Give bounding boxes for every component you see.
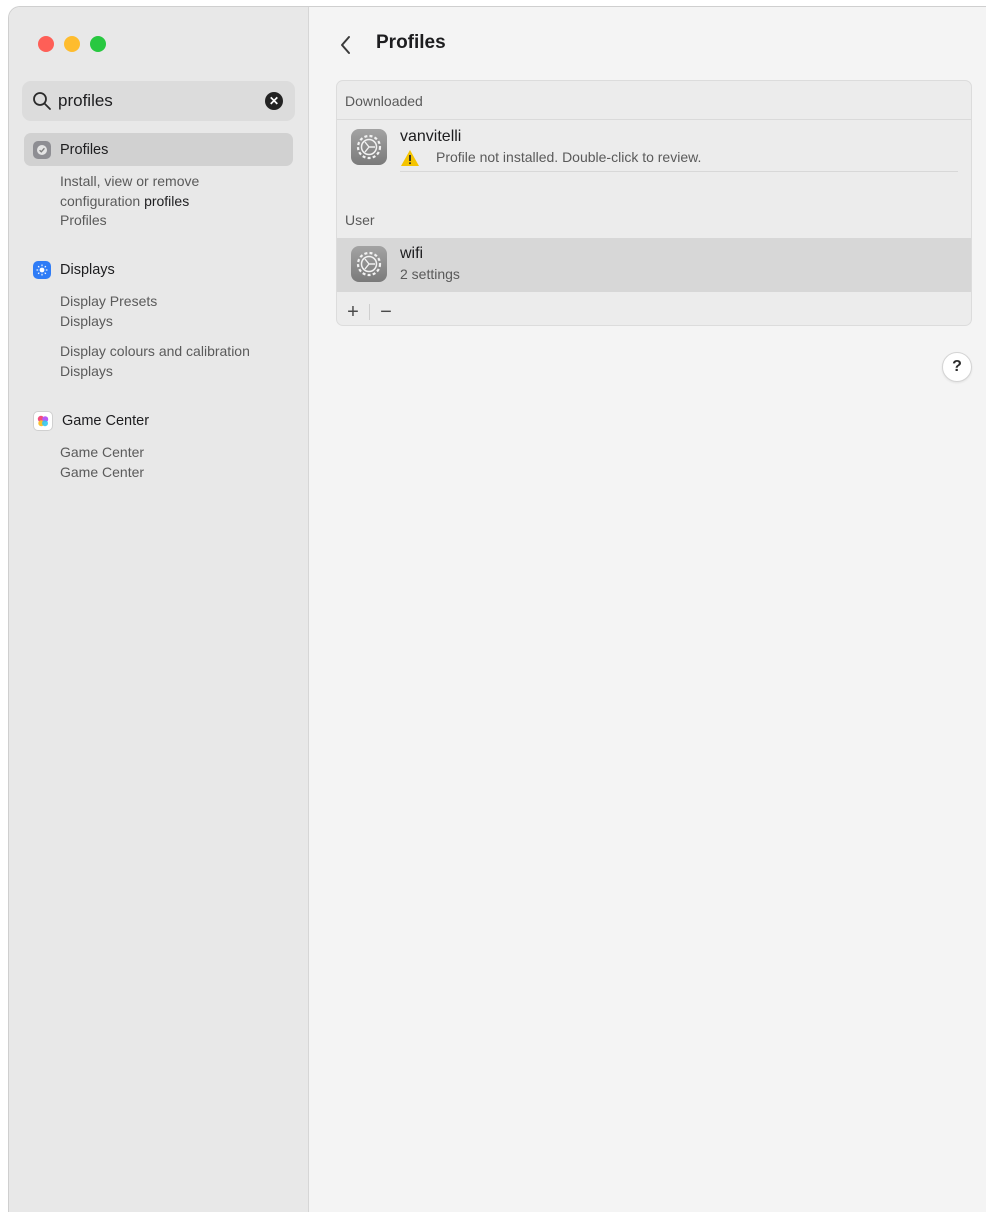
list-controls: + −	[337, 299, 971, 325]
close-button[interactable]	[38, 36, 54, 52]
main-content: Profiles Downloaded vanvitelli Profile n…	[309, 7, 986, 1212]
result-text: Display Presets	[60, 293, 158, 309]
result-category: Game Center	[60, 463, 145, 480]
profile-name: wifi	[400, 245, 424, 262]
page-title: Profiles	[376, 32, 446, 53]
sidebar-item-label: Profiles	[60, 141, 109, 158]
search-result-display-colours[interactable]: Display colours and calibration Displays	[60, 342, 250, 381]
sidebar-item-game-center[interactable]: Game Center	[24, 404, 293, 437]
search-icon	[33, 92, 51, 110]
warning-icon	[401, 150, 419, 166]
search-result-game-center[interactable]: Game Center Game Center	[60, 443, 144, 482]
add-profile-button[interactable]: +	[342, 301, 364, 324]
search-input[interactable]	[58, 91, 258, 111]
profile-row-vanvitelli[interactable]: vanvitelli Profile not installed. Double…	[337, 121, 971, 175]
settings-gear-icon	[351, 129, 387, 165]
result-text-prefix: configuration	[60, 192, 145, 209]
back-chevron-icon[interactable]	[337, 32, 355, 58]
profile-name: vanvitelli	[400, 128, 462, 145]
sidebar: ✕ Profiles Install, view or remove confi…	[9, 7, 309, 1212]
result-text: Game Center	[60, 444, 145, 460]
game-center-icon	[33, 410, 53, 431]
result-category: Displays	[60, 312, 113, 329]
sidebar-item-profiles[interactable]: Profiles	[24, 133, 293, 166]
sidebar-item-displays[interactable]: Displays	[24, 253, 293, 286]
profiles-list: Downloaded vanvitelli Profile not instal…	[336, 80, 972, 326]
result-text: configuration profiles	[60, 192, 199, 212]
result-text-match: profiles	[144, 192, 190, 209]
zoom-button[interactable]	[90, 36, 106, 52]
remove-profile-button[interactable]: −	[375, 301, 397, 324]
result-category: Displays	[60, 362, 113, 379]
minimize-button[interactable]	[64, 36, 80, 52]
profile-detail: 2 settings	[400, 266, 460, 282]
profile-row-wifi[interactable]: wifi 2 settings	[337, 238, 971, 292]
search-result-display-presets[interactable]: Display Presets Displays	[60, 292, 157, 331]
section-header-user: User	[345, 212, 375, 228]
search-field[interactable]: ✕	[22, 81, 295, 121]
result-category: Profiles	[60, 212, 107, 228]
search-result-profiles-description[interactable]: Install, view or remove configuration pr…	[60, 172, 199, 231]
result-text: Display colours and calibration	[60, 343, 250, 359]
window-controls	[38, 36, 106, 52]
section-header-downloaded: Downloaded	[345, 93, 423, 109]
system-settings-window: ✕ Profiles Install, view or remove confi…	[8, 6, 986, 1212]
displays-icon	[33, 260, 51, 279]
result-text: Install, view or remove	[60, 173, 200, 189]
divider	[369, 304, 370, 320]
sidebar-item-label: Displays	[60, 261, 115, 278]
row-separator	[400, 171, 958, 172]
sidebar-item-label: Game Center	[62, 412, 150, 429]
profiles-icon	[33, 140, 51, 159]
clear-search-icon[interactable]: ✕	[265, 92, 283, 110]
settings-gear-icon	[351, 246, 387, 282]
profile-status: Profile not installed. Double-click to r…	[436, 149, 702, 165]
help-button[interactable]: ?	[942, 352, 972, 382]
divider	[337, 119, 971, 120]
